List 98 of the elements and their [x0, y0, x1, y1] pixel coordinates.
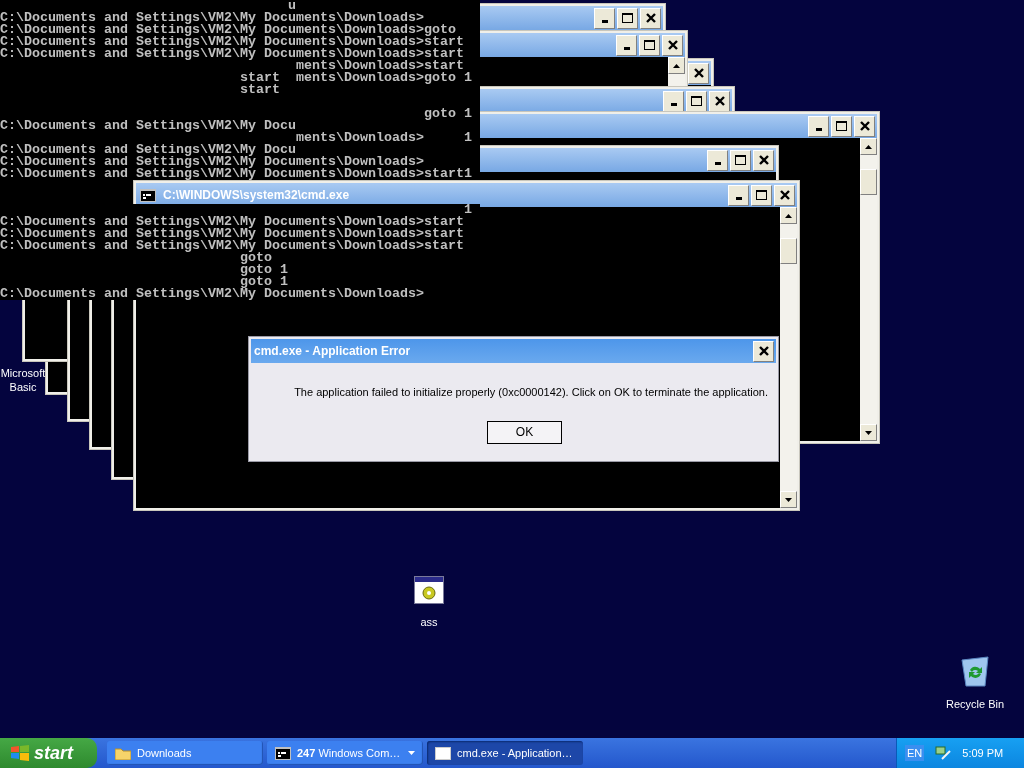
- maximize-icon: [756, 190, 767, 200]
- close-icon: [779, 190, 790, 200]
- minimize-icon: [815, 128, 822, 131]
- minimize-button[interactable]: [663, 90, 684, 112]
- minimize-button[interactable]: [808, 115, 829, 137]
- scroll-up-button[interactable]: [668, 57, 685, 74]
- minimize-icon: [670, 103, 677, 106]
- close-icon: [859, 121, 870, 131]
- console-line: C:\Documents and Settings\VM2\My Documents\Downloads>: [0, 156, 424, 168]
- ok-button[interactable]: OK: [487, 420, 562, 444]
- minimize-button[interactable]: [707, 149, 728, 171]
- icon-label[interactable]: Recycle Bin: [945, 696, 1005, 713]
- close-button[interactable]: [688, 62, 709, 84]
- scroll-thumb[interactable]: [780, 238, 797, 264]
- folder-icon: [115, 746, 131, 760]
- console-line: C:\Documents and Settings\VM2\My Documents\Downloads>start: [0, 240, 465, 252]
- console-line: ments\Downloads> 1: [295, 132, 473, 144]
- down-arrow-icon: [865, 430, 872, 435]
- taskbar-button[interactable]: cmd.exe - Application…: [427, 741, 583, 765]
- console-line: ments\Downloads>start: [294, 60, 465, 72]
- maximize-button[interactable]: [686, 90, 707, 112]
- console-icon: [140, 188, 156, 202]
- console-line: C:\Documents and Settings\VM2\My Documents\Downloads>start: [0, 216, 465, 228]
- console-line: C:\Documents and Settings\VM2\My Documents\Downloads>start1: [0, 168, 473, 180]
- maximize-button[interactable]: [617, 7, 638, 29]
- maximize-icon: [644, 40, 655, 50]
- console-line: C:\Documents and Settings\VM2\My Documents\Downloads>start: [0, 228, 465, 240]
- up-arrow-icon: [865, 144, 872, 149]
- maximize-icon: [735, 155, 746, 165]
- console-line: goto 1: [238, 264, 289, 276]
- minimize-button[interactable]: [594, 7, 615, 29]
- caret-icon: [408, 751, 415, 755]
- console-line: C:\Documents and Settings\VM2\My Docu: [0, 120, 296, 132]
- error-message: The application failed to initialize properly (0xc0000142). Click on OK to terminate the application.: [294, 385, 768, 400]
- minimize-icon: [735, 197, 742, 200]
- console-line: C:\Documents and Settings\VM2\My Documents\Downloads>goto: [0, 24, 456, 36]
- console-line: u: [287, 0, 296, 12]
- console-line: start ments\Downloads>goto 1: [238, 72, 473, 84]
- close-button[interactable]: [662, 34, 683, 56]
- maximize-button[interactable]: [751, 184, 772, 206]
- close-icon: [758, 346, 769, 356]
- close-icon: [693, 68, 704, 78]
- recycle-bin-icon: [960, 656, 990, 688]
- console-line: C:\Documents and Settings\VM2\My Documents\Downloads>: [0, 288, 425, 300]
- maximize-icon: [836, 121, 847, 131]
- minimize-button[interactable]: [728, 184, 749, 206]
- scrollbar[interactable]: [780, 207, 797, 508]
- console-line: start: [238, 84, 281, 96]
- close-icon: [667, 40, 678, 50]
- dialog-title: cmd.exe - Application Error: [254, 343, 411, 360]
- clock[interactable]: 5:09 PM: [962, 744, 1004, 762]
- maximize-button[interactable]: [831, 115, 852, 137]
- windows-flag-icon: [11, 745, 29, 761]
- close-button[interactable]: [854, 115, 875, 137]
- down-arrow-icon: [785, 497, 792, 502]
- window-icon: [435, 746, 451, 760]
- console-line: goto 1: [422, 105, 473, 120]
- icon-label[interactable]: ass: [420, 614, 438, 631]
- up-arrow-icon: [673, 63, 680, 68]
- start-button[interactable]: start: [0, 738, 97, 768]
- scroll-down-button[interactable]: [780, 491, 797, 508]
- maximize-icon: [622, 13, 633, 23]
- console-line: C:\Documents and Settings\VM2\My Docu: [0, 144, 296, 156]
- program-icon: [414, 576, 444, 604]
- console-line: C:\Documents and Settings\VM2\My Documents\Downloads>start: [0, 36, 465, 48]
- minimize-icon: [714, 162, 721, 165]
- up-arrow-icon: [785, 213, 792, 218]
- scroll-up-button[interactable]: [860, 138, 877, 155]
- console-icon: [275, 746, 291, 760]
- close-button[interactable]: [753, 340, 774, 362]
- close-button[interactable]: [640, 7, 661, 29]
- console-line: 1: [463, 204, 473, 216]
- taskbar-button[interactable]: Downloads: [107, 741, 263, 765]
- console-line: C:\Documents and Settings\VM2\My Documents\Downloads>: [0, 12, 424, 24]
- console-line: C:\Documents and Settings\VM2\My Documents\Downloads>start: [0, 48, 465, 60]
- minimize-icon: [623, 47, 630, 50]
- icon-label: Microsoft Basic: [0, 366, 46, 394]
- close-icon: [714, 96, 725, 106]
- minimize-icon: [601, 20, 608, 23]
- scroll-thumb[interactable]: [860, 169, 877, 195]
- minimize-button[interactable]: [616, 34, 637, 56]
- console-line: goto: [239, 252, 273, 264]
- scrollbar[interactable]: [860, 138, 877, 441]
- window-title: C:\WINDOWS\system32\cmd.exe: [163, 187, 350, 204]
- close-button[interactable]: [774, 184, 795, 206]
- close-icon: [645, 13, 656, 23]
- taskbar-button[interactable]: 247 Windows Com…: [267, 741, 423, 765]
- scroll-up-button[interactable]: [780, 207, 797, 224]
- close-icon: [758, 155, 769, 165]
- scroll-down-button[interactable]: [860, 424, 877, 441]
- console-line: goto 1: [239, 276, 288, 288]
- maximize-button[interactable]: [639, 34, 660, 56]
- language-indicator[interactable]: EN: [905, 744, 925, 762]
- maximize-button[interactable]: [730, 149, 751, 171]
- network-icon: [934, 745, 953, 761]
- close-button[interactable]: [753, 149, 774, 171]
- close-button[interactable]: [709, 90, 730, 112]
- maximize-icon: [691, 96, 702, 106]
